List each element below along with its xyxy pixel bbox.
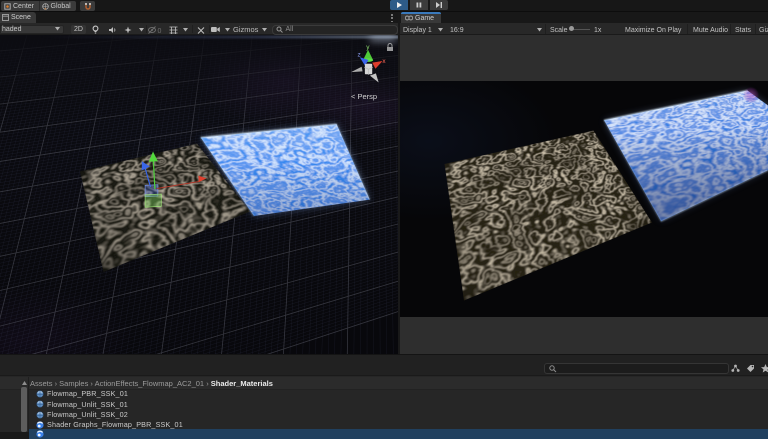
svg-text:z: z <box>358 51 361 58</box>
svg-text:x: x <box>382 58 386 65</box>
svg-text:y: y <box>366 44 370 51</box>
svg-text:0: 0 <box>158 28 162 34</box>
